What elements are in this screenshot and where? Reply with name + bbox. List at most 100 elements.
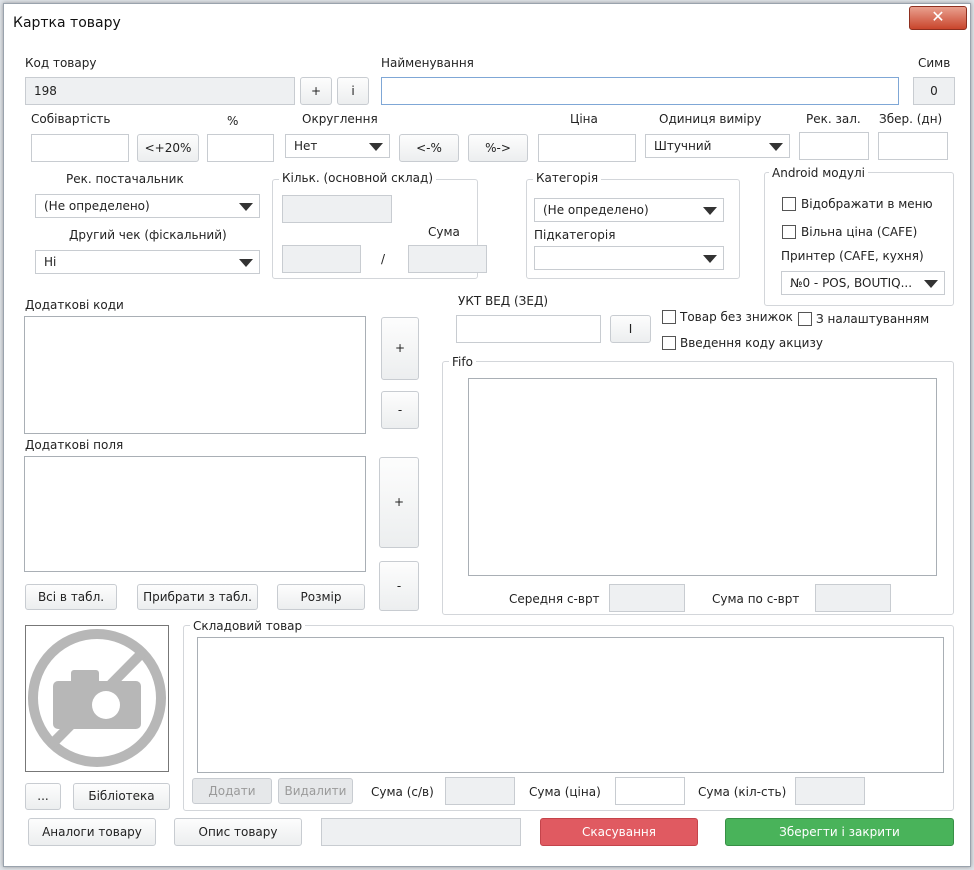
no-discount-checkbox[interactable]: [662, 310, 676, 324]
chevron-down-icon: [239, 203, 253, 211]
chevron-down-icon: [369, 143, 383, 151]
cancel-button[interactable]: Скасування: [540, 818, 698, 846]
qty-group: Кільк. (основной склад) Сума /: [272, 171, 487, 279]
qty-slash: /: [381, 252, 386, 266]
add-code-button[interactable]: +: [300, 77, 332, 105]
analogs-button[interactable]: Аналоги товару: [28, 818, 156, 846]
unit-label: Одиниця виміру: [659, 112, 762, 126]
ukt-label: УКТ ВЕД (ЗЕД): [458, 294, 548, 308]
with-settings-checkbox[interactable]: [798, 312, 812, 326]
status-field: [321, 818, 521, 846]
show-menu-label: Відображати в меню: [801, 197, 933, 211]
no-discount-label: Товар без знижок: [680, 310, 793, 324]
price-input[interactable]: [538, 134, 636, 162]
android-group: Android модулі Відображати в меню Вільна…: [764, 166, 954, 306]
excise-label: Введення коду акцизу: [680, 336, 823, 350]
fiscal-value: Ні: [44, 255, 57, 269]
category-select[interactable]: (Не определено): [534, 198, 724, 222]
description-button[interactable]: Опис товару: [174, 818, 302, 846]
stock-sum-price-input: [615, 777, 685, 805]
stock-add-button[interactable]: Додати: [192, 778, 272, 804]
printer-select[interactable]: №0 - POS, BOUTIQ...: [781, 271, 945, 295]
category-group: Категорія (Не определено) Підкатегорія: [526, 171, 740, 279]
cost-input[interactable]: [31, 134, 129, 162]
stock-sum-qty-label: Сума (кіл-сть): [698, 785, 787, 799]
rounding-select[interactable]: Нет: [285, 134, 390, 158]
round-left-button[interactable]: <-%: [399, 134, 459, 162]
extra-fields-add-button[interactable]: +: [379, 457, 419, 548]
unit-select[interactable]: Штучний: [645, 134, 790, 158]
fifo-avg-label: Середня с-врт: [509, 592, 600, 606]
fifo-sum-input: [815, 584, 891, 612]
ukt-lookup-button[interactable]: I: [610, 315, 651, 343]
excise-checkbox[interactable]: [662, 336, 676, 350]
product-image[interactable]: [25, 625, 169, 772]
android-group-title: Android модулі: [769, 166, 869, 180]
fiscal-label: Другий чек (фіскальний): [69, 228, 227, 242]
stock-sum-qty-input: [795, 777, 865, 805]
fifo-table[interactable]: [468, 378, 937, 576]
sym-label: Симв: [918, 56, 951, 70]
library-button[interactable]: Бібліотека: [73, 783, 170, 810]
save-close-button[interactable]: Зберегти і закрити: [725, 818, 954, 846]
extra-fields-list[interactable]: [24, 456, 366, 572]
remove-from-table-button[interactable]: Прибрати з табл.: [137, 584, 258, 610]
extra-fields-remove-button[interactable]: -: [379, 561, 419, 611]
extra-codes-remove-button[interactable]: -: [381, 391, 419, 429]
rek-label: Рек. зал.: [806, 112, 861, 126]
rounding-label: Округлення: [302, 112, 378, 126]
title-bar: Картка товару ✕: [4, 4, 970, 40]
rek-input[interactable]: [799, 132, 869, 160]
sym-counter: 0: [913, 77, 955, 105]
close-icon: ✕: [931, 7, 945, 26]
code-info-button[interactable]: i: [337, 77, 369, 105]
price-label: Ціна: [570, 112, 598, 126]
extra-fields-label: Додаткові поля: [25, 438, 124, 452]
subcategory-select[interactable]: [534, 246, 724, 270]
product-card-window: Картка товару ✕ Код товару 198 + i Найме…: [3, 3, 971, 867]
window-title: Картка товару: [13, 15, 121, 31]
chevron-down-icon: [924, 280, 938, 288]
category-value: (Не определено): [543, 203, 649, 217]
zber-label: Збер. (дн): [879, 112, 943, 126]
chevron-down-icon: [703, 207, 717, 215]
extra-codes-label: Додаткові коди: [25, 298, 124, 312]
image-more-button[interactable]: ...: [25, 783, 61, 810]
no-photo-icon: [28, 629, 166, 767]
supplier-select[interactable]: (Не определено): [35, 194, 260, 218]
plus20-button[interactable]: <+20%: [137, 134, 199, 162]
fifo-group: Fifo Середня с-врт Сума по с-врт: [442, 355, 954, 615]
qty-value-input: [282, 245, 361, 273]
stock-sum-cost-input: [445, 777, 515, 805]
zber-input[interactable]: [878, 132, 948, 160]
free-price-checkbox[interactable]: [782, 225, 796, 239]
fiscal-select[interactable]: Ні: [35, 250, 260, 274]
free-price-label: Вільна ціна (CAFE): [801, 225, 918, 239]
subcategory-label: Підкатегорія: [534, 228, 616, 242]
close-button[interactable]: ✕: [909, 6, 967, 30]
extra-codes-list[interactable]: [24, 316, 366, 434]
ukt-input[interactable]: [456, 315, 601, 343]
stock-sum-price-label: Сума (ціна): [529, 785, 601, 799]
extra-codes-add-button[interactable]: +: [381, 317, 419, 380]
stock-group: Складовий товар Додати Видалити Сума (с/…: [183, 619, 954, 811]
stock-sum-cost-label: Сума (с/в): [371, 785, 434, 799]
qty-group-title: Кільк. (основной склад): [279, 171, 437, 185]
supplier-label: Рек. постачальник: [66, 172, 184, 186]
size-button[interactable]: Розмір: [277, 584, 365, 610]
percent-input[interactable]: [207, 134, 274, 162]
printer-value: №0 - POS, BOUTIQ...: [790, 276, 913, 290]
name-input[interactable]: [381, 77, 899, 105]
stock-delete-button[interactable]: Видалити: [278, 778, 353, 804]
stock-table[interactable]: [197, 637, 944, 773]
qty-input: [282, 195, 392, 223]
code-label: Код товару: [25, 56, 97, 70]
show-menu-checkbox[interactable]: [782, 197, 796, 211]
round-right-button[interactable]: %->: [468, 134, 528, 162]
rounding-value: Нет: [294, 139, 318, 153]
code-input[interactable]: 198: [25, 77, 295, 105]
qty-sum-label: Сума: [428, 225, 460, 239]
chevron-down-icon: [239, 259, 253, 267]
unit-value: Штучний: [654, 139, 712, 153]
all-to-table-button[interactable]: Всі в табл.: [25, 584, 117, 610]
